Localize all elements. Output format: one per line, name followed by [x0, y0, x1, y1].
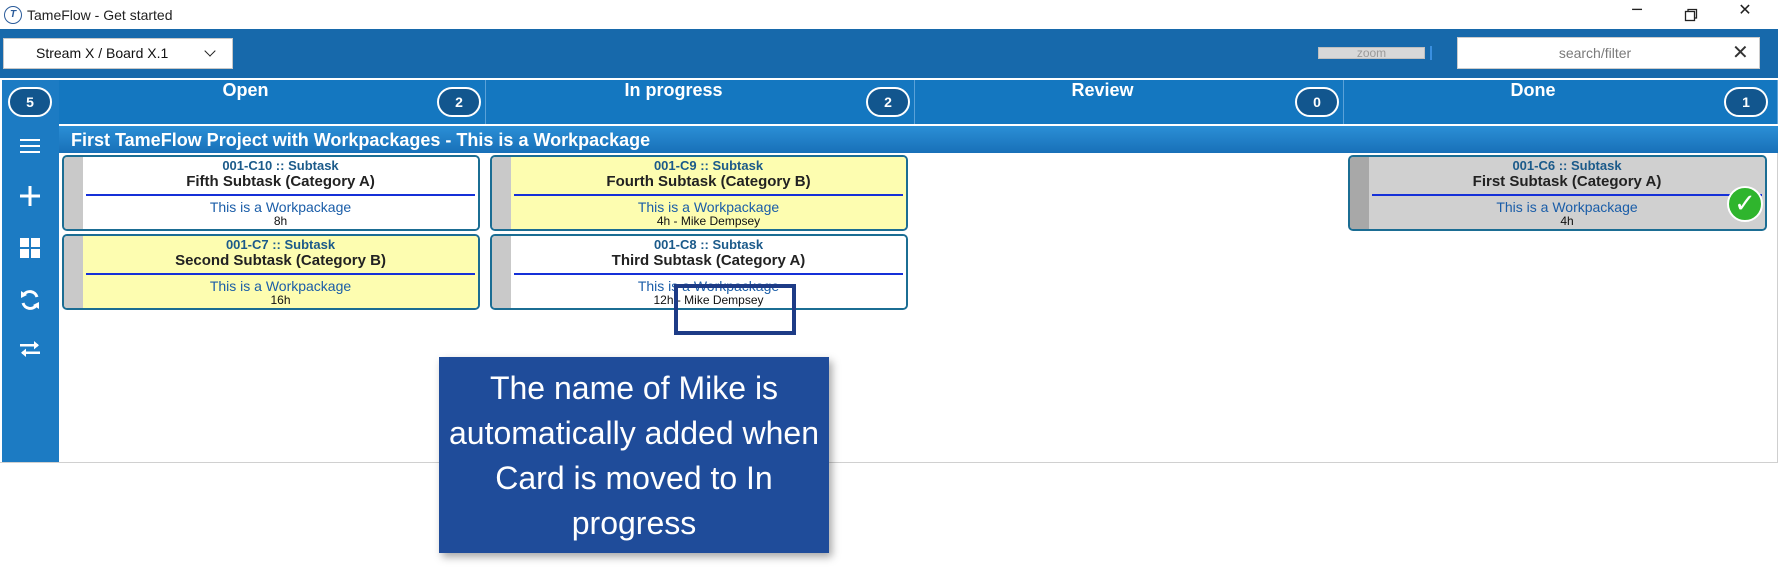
card-strip: [64, 157, 83, 229]
layout-icon[interactable]: [12, 236, 48, 268]
swap-icon[interactable]: [12, 338, 48, 370]
card-title: Fifth Subtask (Category A): [186, 173, 375, 190]
card-body: 001-C7 :: Subtask Second Subtask (Catego…: [83, 236, 478, 308]
column-title: Done: [1510, 80, 1556, 100]
add-icon[interactable]: [12, 184, 48, 216]
card-strip: [1350, 157, 1369, 229]
card-divider: [86, 273, 475, 275]
window-title: TameFlow - Get started: [27, 7, 173, 23]
card-id: 001-C9 :: Subtask: [653, 158, 764, 173]
divider: [0, 462, 1778, 463]
card[interactable]: 001-C7 :: Subtask Second Subtask (Catego…: [62, 234, 480, 310]
highlight-box: [674, 284, 796, 335]
clear-search-icon[interactable]: ✕: [1732, 42, 1749, 62]
board-selector-label: Stream X / Board X.1: [36, 45, 169, 61]
zoom-slider-handle[interactable]: [1430, 46, 1432, 60]
app-logo-icon: T: [4, 6, 22, 24]
card-body: 001-C6 :: Subtask First Subtask (Categor…: [1369, 157, 1765, 229]
refresh-icon[interactable]: [12, 288, 48, 320]
restore-icon: [1684, 8, 1698, 22]
card-strip: [492, 157, 511, 229]
card-meta: 16h: [270, 293, 291, 307]
card-divider: [86, 194, 475, 196]
card-body: 001-C10 :: Subtask Fifth Subtask (Catego…: [83, 157, 478, 229]
card-workpackage: This is a Workpackage: [209, 199, 352, 215]
card[interactable]: 001-C6 :: Subtask First Subtask (Categor…: [1348, 155, 1767, 231]
card[interactable]: 001-C9 :: Subtask Fourth Subtask (Catego…: [490, 155, 908, 231]
wip-total-badge: 5: [8, 87, 52, 117]
card-body: 001-C9 :: Subtask Fourth Subtask (Catego…: [511, 157, 906, 229]
close-window-button[interactable]: ✕: [1722, 0, 1768, 30]
card-divider: [1372, 194, 1762, 196]
column-title: In progress: [624, 80, 723, 100]
card-strip: [492, 236, 511, 308]
column-title: Open: [222, 80, 269, 100]
card-title: First Subtask (Category A): [1472, 173, 1662, 190]
card-strip: [64, 236, 83, 308]
card-divider: [514, 273, 903, 275]
card-workpackage: This is a Workpackage: [209, 278, 352, 294]
column-count-badge: 0: [1295, 87, 1339, 117]
card-id: 001-C6 :: Subtask: [1512, 158, 1622, 173]
card-meta: 4h - Mike Dempsey: [656, 214, 761, 228]
zoom-slider[interactable]: zoom: [1318, 47, 1425, 59]
card-id: 001-C7 :: Subtask: [225, 237, 336, 252]
card-title: Third Subtask (Category A): [611, 252, 806, 269]
column-title: Review: [1071, 80, 1134, 100]
done-checkmark-icon: ✓: [1727, 186, 1763, 222]
card-title: Second Subtask (Category B): [175, 252, 386, 269]
card-meta: 4h: [1560, 214, 1574, 228]
card[interactable]: 001-C10 :: Subtask Fifth Subtask (Catego…: [62, 155, 480, 231]
minimize-button[interactable]: ─: [1614, 0, 1660, 30]
card-workpackage: This is a Workpackage: [1496, 199, 1638, 215]
card-id: 001-C8 :: Subtask: [653, 237, 764, 252]
swimlane-title: First TameFlow Project with Workpackages…: [71, 130, 651, 150]
window-title-bar: [0, 0, 1778, 30]
search-input[interactable]: [1500, 44, 1690, 62]
callout-text: The name of Mike is automatically added …: [448, 370, 819, 541]
column-count-badge: 1: [1724, 87, 1768, 117]
column-count-badge: 2: [437, 87, 481, 117]
column-count-badge: 2: [866, 87, 910, 117]
maximize-button[interactable]: [1668, 0, 1714, 30]
card-divider: [514, 194, 903, 196]
card-id: 001-C10 :: Subtask: [222, 158, 339, 173]
card-title: Fourth Subtask (Category B): [606, 173, 811, 190]
card-workpackage: This is a Workpackage: [637, 199, 780, 215]
card-meta: 8h: [273, 214, 288, 228]
menu-icon[interactable]: [12, 134, 48, 166]
